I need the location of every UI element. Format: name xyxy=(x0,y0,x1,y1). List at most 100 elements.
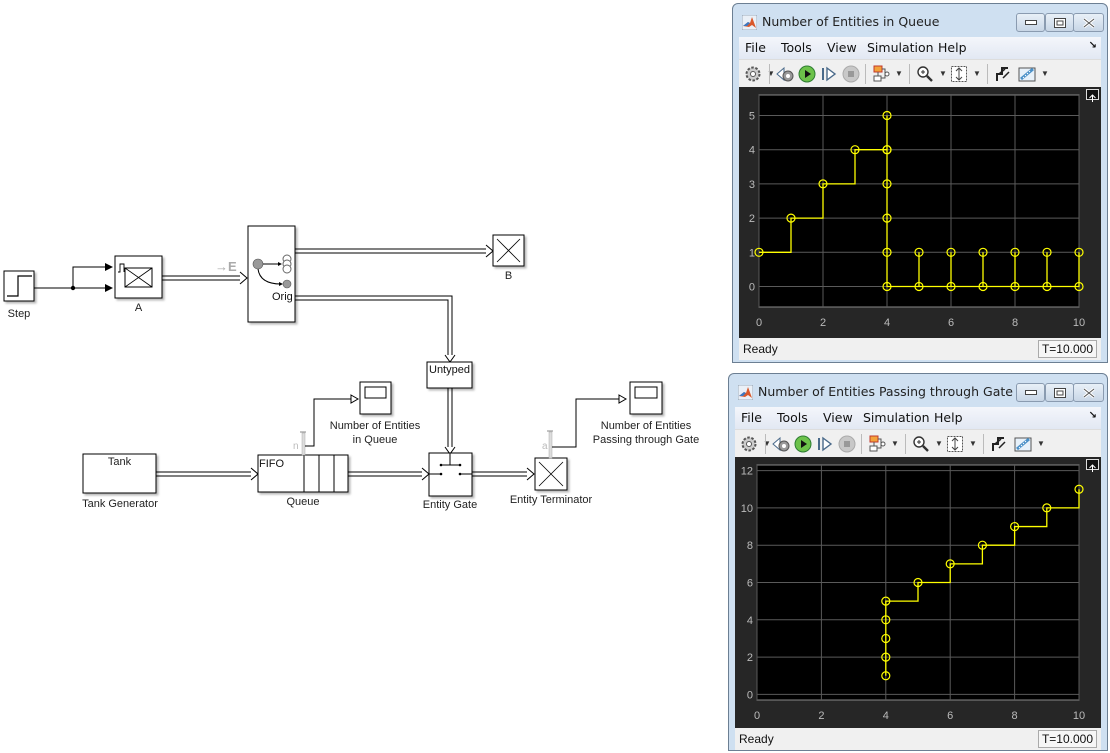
settings-button[interactable] xyxy=(743,64,763,84)
run-button[interactable] xyxy=(793,434,813,454)
zoom-in-icon xyxy=(916,65,934,83)
step-forward-button[interactable] xyxy=(815,434,835,454)
menu-simulation[interactable]: Simulation xyxy=(867,40,934,55)
menu-tools[interactable]: Tools xyxy=(781,40,812,55)
dropdown-arrow-icon[interactable]: ▼ xyxy=(935,439,943,448)
triggers-button[interactable] xyxy=(989,434,1009,454)
run-button[interactable] xyxy=(797,64,817,84)
autoscale-button[interactable] xyxy=(949,64,969,84)
close-button[interactable] xyxy=(1073,383,1104,402)
dropdown-arrow-icon[interactable]: ▼ xyxy=(891,439,899,448)
close-button[interactable] xyxy=(1073,13,1104,32)
title-bar[interactable]: Number of Entities Passing through Gate xyxy=(729,374,1107,407)
orig-label: Orig xyxy=(272,291,293,303)
maximize-button[interactable] xyxy=(1045,13,1074,32)
message-send-block-a[interactable] xyxy=(114,255,163,299)
scope-plot[interactable]: 0 2 4 6 8 10 0 2 4 6 8 10 12 xyxy=(735,457,1099,728)
y-tick-label: 2 xyxy=(747,652,753,664)
measurements-icon xyxy=(1013,435,1033,453)
measurements-button[interactable] xyxy=(1013,434,1033,454)
simulation-time: T=10.000 xyxy=(1037,340,1097,358)
scope-window-queue[interactable]: Number of Entities in Queue File Tools View… xyxy=(732,3,1108,363)
step-back-button[interactable] xyxy=(775,64,795,84)
toolbar: ▼ ▼ ▼ ▼ ▼ xyxy=(739,59,1101,87)
step-forward-button[interactable] xyxy=(819,64,839,84)
step-forward-icon xyxy=(820,65,838,83)
toolbar-separator xyxy=(865,64,866,84)
stop-button[interactable] xyxy=(837,434,857,454)
x-tick-label: 6 xyxy=(948,317,954,329)
minimize-icon xyxy=(1024,389,1037,396)
run-icon xyxy=(794,435,812,453)
entity-terminator-label: Entity Terminator xyxy=(509,494,593,506)
dropdown-arrow-icon[interactable]: ▼ xyxy=(973,69,981,78)
step-back-button[interactable] xyxy=(771,434,791,454)
menu-file[interactable]: File xyxy=(741,410,762,425)
x-tick-label: 2 xyxy=(820,317,826,329)
y-tick-label: 2 xyxy=(749,213,755,225)
scope-queue-block[interactable] xyxy=(359,381,392,415)
menu-view[interactable]: View xyxy=(827,40,857,55)
entity-terminator-block[interactable] xyxy=(534,430,568,491)
entity-terminator-b-block[interactable] xyxy=(492,234,525,267)
menu-help[interactable]: Help xyxy=(934,410,963,425)
y-tick-label: 6 xyxy=(747,578,753,590)
x-tick-label: 0 xyxy=(756,317,762,329)
settings-button[interactable] xyxy=(739,434,759,454)
close-icon xyxy=(1082,17,1096,28)
step-signal-lines xyxy=(34,263,113,292)
entity-line-gate-terminator xyxy=(472,467,535,481)
dropdown-arrow-icon[interactable]: ▼ xyxy=(1041,69,1049,78)
entity-generator-orig-block[interactable] xyxy=(247,225,296,323)
y-tick-label: 0 xyxy=(749,281,755,293)
menu-help[interactable]: Help xyxy=(938,40,967,55)
menu-view[interactable]: View xyxy=(823,410,853,425)
toolbar-separator xyxy=(987,64,988,84)
status-bar: Ready T=10.000 xyxy=(735,728,1101,750)
entity-gate-block[interactable] xyxy=(428,452,473,497)
tank-inner-label: Tank xyxy=(107,456,132,468)
x-tick-label: 8 xyxy=(1012,317,1018,329)
minimize-button[interactable] xyxy=(1016,13,1045,32)
scope-window-gate[interactable]: Number of Entities Passing through Gate F… xyxy=(728,373,1108,751)
model-diagram xyxy=(3,225,663,497)
dropdown-arrow-icon[interactable]: ▼ xyxy=(939,69,947,78)
undock-toolbar-icon[interactable]: ↘ xyxy=(1089,40,1097,51)
queue-port-n-label: n xyxy=(293,441,299,452)
scope-gate-label-2: Passing through Gate xyxy=(592,434,700,446)
plot-area: 0 2 4 6 8 10 0 2 4 6 8 10 12 xyxy=(735,457,1101,728)
entity-gate-label: Entity Gate xyxy=(422,499,478,511)
autoscale-button[interactable] xyxy=(945,434,965,454)
triggers-icon xyxy=(990,435,1008,453)
menu-file[interactable]: File xyxy=(745,40,766,55)
stop-icon xyxy=(838,435,856,453)
toolbar-separator xyxy=(861,434,862,454)
dropdown-arrow-icon[interactable]: ▼ xyxy=(895,69,903,78)
stop-button[interactable] xyxy=(841,64,861,84)
minimize-button[interactable] xyxy=(1016,383,1045,402)
dropdown-arrow-icon[interactable]: ▼ xyxy=(969,439,977,448)
menu-bar: File Tools View Simulation Help ↘ xyxy=(735,407,1101,429)
triggers-icon xyxy=(994,65,1012,83)
maximize-button[interactable] xyxy=(1045,383,1074,402)
step-back-icon xyxy=(771,435,791,453)
signal-selector-button[interactable] xyxy=(867,434,887,454)
menu-tools[interactable]: Tools xyxy=(777,410,808,425)
step-block[interactable] xyxy=(3,270,35,302)
x-tick-label: 10 xyxy=(1073,710,1085,722)
undock-toolbar-icon[interactable]: ↘ xyxy=(1089,410,1097,421)
menu-simulation[interactable]: Simulation xyxy=(863,410,930,425)
y-tick-label: 4 xyxy=(747,615,753,627)
signal-selector-button[interactable] xyxy=(871,64,891,84)
zoom-in-button[interactable] xyxy=(915,64,935,84)
scope-gate-block[interactable] xyxy=(629,381,663,415)
entity-line-orig-untyped xyxy=(295,295,456,363)
triggers-button[interactable] xyxy=(993,64,1013,84)
title-bar[interactable]: Number of Entities in Queue xyxy=(733,4,1107,37)
dropdown-arrow-icon[interactable]: ▼ xyxy=(1037,439,1045,448)
status-bar: Ready T=10.000 xyxy=(739,338,1101,360)
entity-line-queue-gate xyxy=(348,467,430,481)
zoom-in-button[interactable] xyxy=(911,434,931,454)
measurements-button[interactable] xyxy=(1017,64,1037,84)
scope-plot[interactable]: 0 2 4 6 8 10 0 1 2 3 4 5 xyxy=(739,87,1099,338)
